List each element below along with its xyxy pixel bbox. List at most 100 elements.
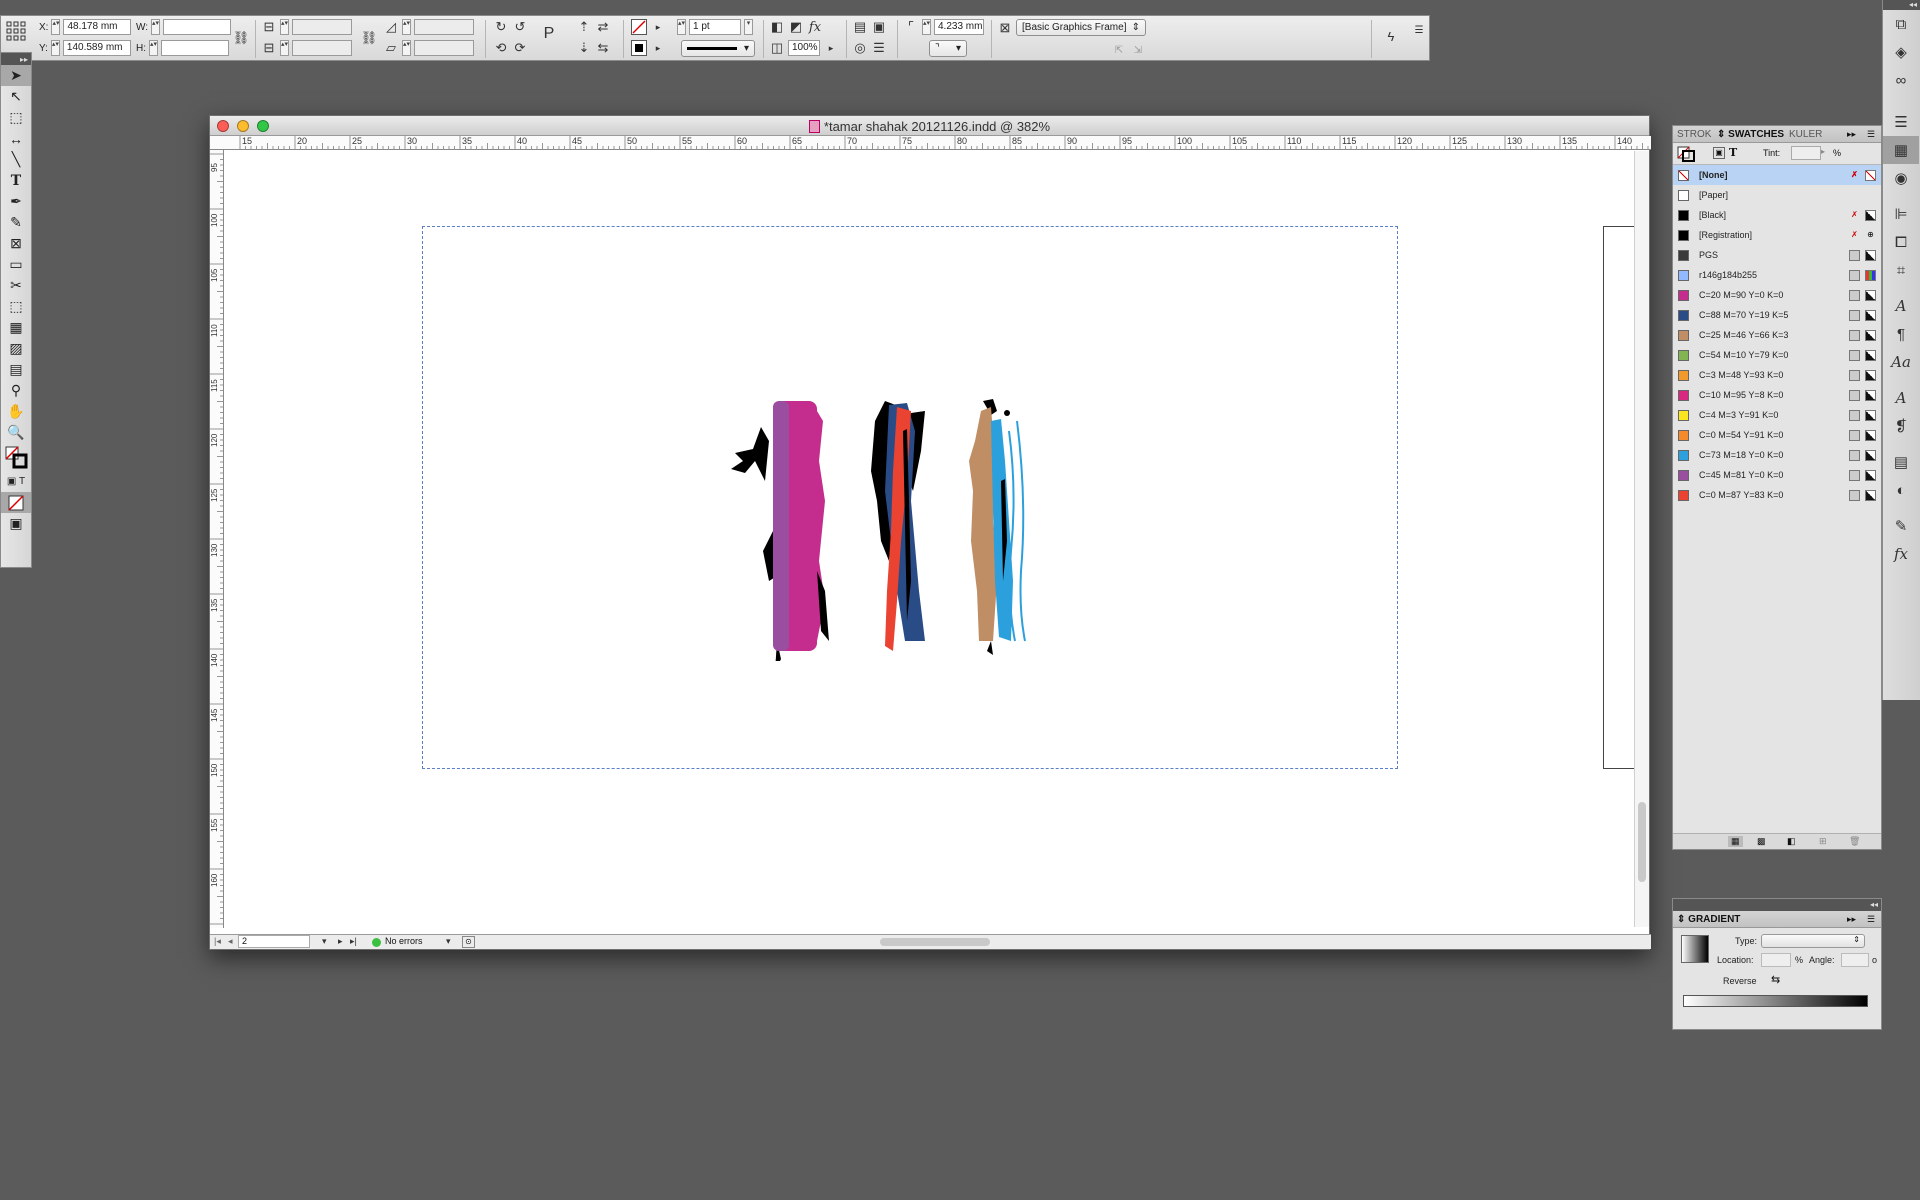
transform-panel-icon[interactable]: ⌗ (1883, 256, 1919, 284)
fill-stroke-icon[interactable] (1, 443, 31, 471)
panel-menu-icon[interactable]: ☰ (1411, 22, 1427, 38)
stroke-weight-stepper[interactable]: ▴▾ (677, 19, 686, 35)
scale-y-field[interactable] (292, 40, 352, 56)
scale-x-field[interactable] (292, 19, 352, 35)
swatch-row[interactable]: C=54 M=10 Y=79 K=0 (1673, 345, 1881, 365)
swatch-row[interactable]: PGS (1673, 245, 1881, 265)
show-gradient-swatches-icon[interactable]: ◧ (1787, 836, 1796, 847)
text-wrap-jump-icon[interactable]: ☰ (871, 40, 887, 56)
y-position-field[interactable]: 140.589 mm (62, 40, 131, 56)
shear-angle-field[interactable] (414, 40, 474, 56)
text-wrap-none-icon[interactable]: ▤ (852, 19, 868, 35)
rotation-angle-field[interactable] (414, 19, 474, 35)
fx-effects-icon[interactable]: fx (807, 19, 823, 35)
swatch-row[interactable]: r146g184b255 (1673, 265, 1881, 285)
panel-menu-icon[interactable]: ☰ (1867, 129, 1875, 140)
corner-shape-dropdown[interactable]: ⌝ ▾ (929, 40, 967, 57)
tab-swatches[interactable]: ⇕ SWATCHES (1717, 129, 1784, 140)
pathfinder-panel-icon[interactable]: ⧠ (1883, 228, 1919, 256)
free-transform-tool-icon[interactable]: ⬚ (1, 296, 31, 317)
fill-none-swatch-icon[interactable] (631, 19, 647, 35)
text-wrap-box-icon[interactable]: ▣ (871, 19, 887, 35)
clear-overrides-icon[interactable]: ⇱ (1111, 42, 1127, 58)
x-stepper[interactable]: ▴▾ (51, 19, 61, 35)
scale-x-stepper[interactable]: ▴▾ (280, 19, 289, 35)
swatch-row[interactable]: [Paper] (1673, 185, 1881, 205)
constrain-proportions-icon[interactable]: ⛓ (233, 30, 250, 46)
links-panel-icon[interactable]: ∞ (1883, 66, 1919, 94)
text-wrap-shape-icon[interactable]: ◎ (852, 40, 868, 56)
pen-tool-icon[interactable]: ✒ (1, 191, 31, 212)
x-position-field[interactable]: 48.178 mm (63, 19, 132, 35)
rectangle-frame-tool-icon[interactable]: ⊠ (1, 233, 31, 254)
kuler-panel-icon[interactable]: ◉ (1883, 164, 1919, 192)
zoom-tool-icon[interactable]: 🔍 (1, 422, 31, 443)
show-color-swatches-icon[interactable]: ▩ (1757, 836, 1766, 847)
swatch-row[interactable]: [Registration] ✗ ⊕ (1673, 225, 1881, 245)
swatch-row[interactable]: [Black] ✗ (1673, 205, 1881, 225)
swatch-row[interactable]: C=3 M=48 Y=93 K=0 (1673, 365, 1881, 385)
apply-none-icon[interactable] (1, 492, 31, 513)
swatch-row[interactable]: C=4 M=3 Y=91 K=0 (1673, 405, 1881, 425)
rotation-stepper[interactable]: ▴▾ (402, 19, 411, 35)
swatch-row[interactable]: C=0 M=87 Y=83 K=0 (1673, 485, 1881, 505)
h-stepper[interactable]: ▴▾ (149, 40, 158, 56)
select-previous-icon[interactable]: ⇄ (595, 19, 611, 35)
delete-swatch-icon[interactable]: 🗑 (1849, 836, 1860, 847)
swatch-row[interactable]: C=0 M=54 Y=91 K=0 (1673, 425, 1881, 445)
gradient-angle-field[interactable] (1841, 953, 1869, 967)
select-content-icon[interactable]: ⇣ (576, 40, 592, 56)
direct-selection-tool-icon[interactable]: ↖ (1, 86, 31, 107)
eyedropper-tool-icon[interactable]: ⚲ (1, 380, 31, 401)
gradient-dock-collapse-icon[interactable]: ◂◂ (1673, 899, 1881, 911)
select-next-icon[interactable]: ⇆ (595, 40, 611, 56)
character-panel-icon[interactable]: A (1883, 292, 1919, 320)
width-field[interactable] (163, 19, 232, 35)
stroke-menu-arrow-icon[interactable]: ▸ (650, 40, 666, 56)
preflight-panel-icon[interactable]: ⊙ (462, 936, 475, 948)
scale-y-stepper[interactable]: ▴▾ (280, 40, 289, 56)
previous-page-icon[interactable]: ◂ (228, 936, 233, 947)
opacity-field[interactable]: 100% (788, 40, 820, 56)
shadow-icon[interactable]: ◩ (788, 19, 804, 35)
gradient-ramp[interactable] (1683, 995, 1868, 1007)
page-tool-icon[interactable]: ⬚ (1, 107, 31, 128)
corner-options-icon[interactable]: ⌜ (903, 19, 919, 35)
corner-size-field[interactable]: 4.233 mm (934, 19, 984, 35)
paragraph-panel-icon[interactable]: ¶ (1883, 320, 1919, 348)
drop-shadow-icon[interactable]: ◧ (769, 19, 785, 35)
last-page-icon[interactable]: ▸| (350, 936, 357, 947)
next-page-icon[interactable]: ▸ (338, 936, 343, 947)
align-panel-icon[interactable]: ⊫ (1883, 200, 1919, 228)
tools-panel-header[interactable]: ▸▸ (1, 53, 31, 65)
note-tool-icon[interactable]: ▤ (1, 359, 31, 380)
tint-slider-arrow-icon[interactable]: ▸ (1821, 147, 1825, 156)
line-tool-icon[interactable]: ╲ (1, 149, 31, 170)
swatch-row[interactable]: C=73 M=18 Y=0 K=0 (1673, 445, 1881, 465)
stroke-weight-dropdown-icon[interactable]: ▾ (744, 19, 753, 35)
paragraph-styles-panel-icon[interactable]: ❡ (1883, 412, 1919, 440)
character-styles-panel-icon[interactable]: Aa (1883, 348, 1919, 376)
pages-panel-icon[interactable]: ⧉ (1883, 10, 1919, 38)
gradient-preview-swatch[interactable] (1681, 935, 1709, 963)
pencil-tool-icon[interactable]: ✎ (1, 212, 31, 233)
document-titlebar[interactable]: *tamar shahak 20121126.indd @ 382% (210, 116, 1649, 136)
swatch-row[interactable]: [None] ✗ (1673, 165, 1881, 185)
fill-menu-arrow-icon[interactable]: ▸ (650, 19, 666, 35)
show-all-swatches-icon[interactable]: ▦ (1728, 836, 1743, 847)
first-page-icon[interactable]: |◂ (214, 936, 221, 947)
expand-panel-icon[interactable]: ▸▸ (1847, 129, 1856, 140)
stroke-weight-field[interactable]: 1 pt (689, 19, 741, 35)
swatch-row[interactable]: C=88 M=70 Y=19 K=5 (1673, 305, 1881, 325)
vertical-ruler[interactable]: 95 100 105 110 115 120 125 130 135 140 145 150 155 16… (210, 150, 224, 928)
flip-vertical-icon[interactable]: ⟳ (512, 40, 528, 56)
quick-apply-lightning-icon[interactable]: ϟ (1383, 28, 1399, 44)
gradient-type-dropdown[interactable]: ⇕ (1761, 934, 1865, 948)
formatting-text-icon[interactable]: T (1729, 146, 1737, 159)
tab-gradient[interactable]: ⇕ GRADIENT (1677, 914, 1740, 925)
rectangle-tool-icon[interactable]: ▭ (1, 254, 31, 275)
gradient-feather-tool-icon[interactable]: ▨ (1, 338, 31, 359)
dock-collapse-icon[interactable]: ◂◂ (1883, 0, 1920, 10)
swatch-row[interactable]: C=20 M=90 Y=0 K=0 (1673, 285, 1881, 305)
rotate-ccw-icon[interactable]: ↺ (512, 19, 528, 35)
